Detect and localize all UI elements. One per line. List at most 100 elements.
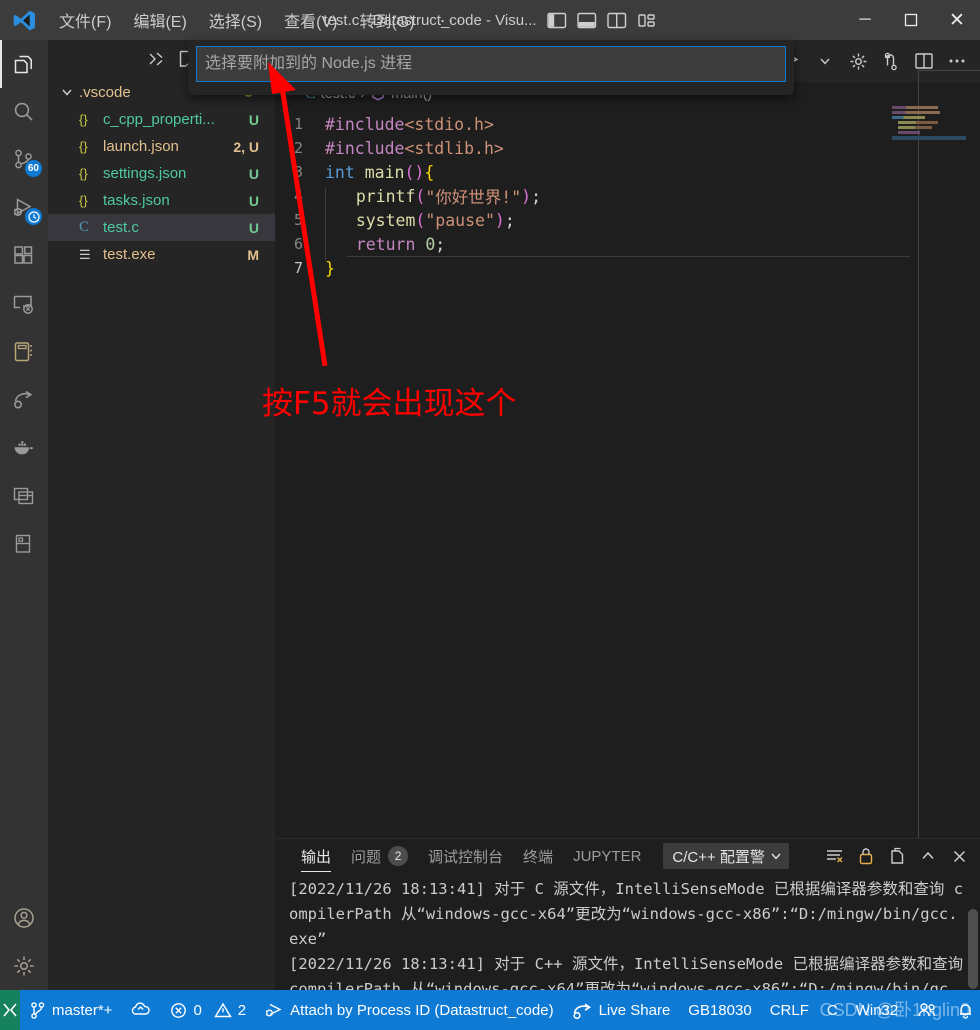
accounts-icon <box>916 1001 938 1019</box>
line-number: 6 <box>293 235 303 253</box>
status-problems[interactable]: 0 2 <box>161 990 255 1030</box>
output-scrollbar[interactable] <box>968 909 978 989</box>
menu-item-edit[interactable]: 编辑(E) <box>122 4 197 36</box>
code-token: system <box>355 210 416 230</box>
vscode-window: 文件(F) 编辑(E) 选择(S) 查看(V) 转到(G) ··· test.c… <box>0 0 980 1030</box>
menu-item-overflow[interactable]: ··· <box>426 8 478 33</box>
status-live-share[interactable]: Live Share <box>563 990 680 1030</box>
gear-icon[interactable] <box>843 46 873 76</box>
panel-tab-bar: 输出 问题 2 调试控制台 终端 JUPYTER C/C++ 配置警 <box>275 839 980 873</box>
status-notifications[interactable] <box>947 990 980 1030</box>
status-bar-right: Live Share GB18030 CRLF C Win32 <box>563 990 980 1030</box>
remote-explorer-icon <box>11 291 37 317</box>
toggle-secondary-sidebar-icon[interactable] <box>606 12 627 29</box>
sidebar-item-test-explorer[interactable] <box>0 520 48 568</box>
sidebar-item-accounts[interactable] <box>0 894 48 942</box>
line-number: 5 <box>293 211 303 229</box>
annotation-text: 按F5就会出现这个 <box>262 386 517 422</box>
menu-item-view[interactable]: 查看(V) <box>273 4 348 36</box>
tab-output[interactable]: 输出 <box>291 839 341 873</box>
live-share-icon <box>11 387 37 413</box>
search-icon <box>11 99 37 125</box>
chevron-down-icon <box>60 85 76 99</box>
test-branch-icon[interactable] <box>876 46 906 76</box>
code-line-2: 2 #include <stdlib.h> <box>275 136 980 160</box>
menu-item-selection[interactable]: 选择(S) <box>198 4 273 36</box>
code-token: int <box>325 162 365 182</box>
notebook-icon <box>11 339 37 365</box>
quick-input[interactable] <box>196 46 786 82</box>
sidebar-item-extensions[interactable] <box>0 232 48 280</box>
status-encoding[interactable]: GB18030 <box>679 990 760 1030</box>
code-line-4: 4 printf ( "你好世界!" ) ; <box>275 184 980 212</box>
current-line-border <box>347 256 910 257</box>
list-item-test-c[interactable]: C test.c U <box>48 214 275 241</box>
clear-output-icon[interactable] <box>824 845 846 867</box>
list-item[interactable]: ☰ test.exe M <box>48 241 275 268</box>
list-item[interactable]: {} settings.json U <box>48 160 275 187</box>
tab-jupyter[interactable]: JUPYTER <box>563 839 651 873</box>
collapse-folders-icon[interactable] <box>147 50 165 68</box>
chevron-down-icon[interactable] <box>810 46 840 76</box>
json-icon: {} <box>79 193 88 208</box>
tab-problems[interactable]: 问题 2 <box>341 839 418 873</box>
sidebar-item-live-share[interactable] <box>0 376 48 424</box>
close-icon[interactable] <box>948 845 970 867</box>
status-accounts[interactable] <box>907 990 947 1030</box>
menu-item-file[interactable]: 文件(F) <box>48 4 122 36</box>
log-line: [2022/11/26 18:13:41] 对于 C++ 源文件，Intelli… <box>289 955 964 991</box>
status-remote-host[interactable] <box>0 990 20 1030</box>
tab-terminal[interactable]: 终端 <box>513 839 563 873</box>
status-branch[interactable]: master*+ <box>20 990 121 1030</box>
status-sync[interactable] <box>121 990 161 1030</box>
status-platform[interactable]: Win32 <box>847 990 908 1030</box>
tab-debug-console[interactable]: 调试控制台 <box>418 839 513 873</box>
customize-layout-icon[interactable] <box>637 12 657 29</box>
code-editor[interactable]: 1 #include <stdio.h> 2 #include <stdlib.… <box>275 106 980 280</box>
toggle-panel-icon[interactable] <box>576 12 597 29</box>
sidebar-item-jupyter[interactable] <box>0 328 48 376</box>
menu-item-go[interactable]: 转到(G) <box>348 4 425 36</box>
output-channel-select[interactable]: C/C++ 配置警 <box>663 843 789 869</box>
line-number: 2 <box>293 139 303 157</box>
maximize-button[interactable] <box>888 0 934 40</box>
list-item[interactable]: {} c_cpp_properti... U <box>48 106 275 133</box>
sidebar-item-source-control[interactable]: 60 <box>0 136 48 184</box>
lock-icon[interactable] <box>855 845 877 867</box>
toggle-primary-sidebar-icon[interactable] <box>546 12 567 29</box>
status-eol[interactable]: CRLF <box>761 990 818 1030</box>
sidebar-item-explorer[interactable] <box>0 40 48 88</box>
status-badge: U <box>248 111 259 128</box>
close-button[interactable]: ✕ <box>934 0 980 40</box>
minimize-button[interactable]: ─ <box>842 0 888 40</box>
status-debug-config[interactable]: Attach by Process ID (Datastruct_code) <box>255 990 562 1030</box>
sidebar-item-containers[interactable] <box>0 472 48 520</box>
account-icon <box>11 905 37 931</box>
chevron-up-icon[interactable] <box>917 845 939 867</box>
error-count: 0 <box>193 1001 202 1019</box>
open-in-editor-icon[interactable] <box>886 845 908 867</box>
tab-label: 调试控制台 <box>428 848 504 866</box>
output-view[interactable]: [2022/11/26 18:13:41] 对于 C 源文件，IntelliSe… <box>275 873 980 991</box>
warning-icon <box>214 1002 232 1019</box>
list-item[interactable]: {} tasks.json U <box>48 187 275 214</box>
tab-label: JUPYTER <box>573 847 642 865</box>
sidebar-item-remote-explorer[interactable] <box>0 280 48 328</box>
status-badge: U <box>248 192 259 209</box>
json-icon: {} <box>79 112 88 127</box>
status-badge: U <box>248 165 259 182</box>
minimap[interactable] <box>892 106 966 146</box>
list-item[interactable]: {} launch.json 2, U <box>48 133 275 160</box>
sidebar-item-docker[interactable] <box>0 424 48 472</box>
code-token: 0 <box>425 234 436 254</box>
sidebar-item-search[interactable] <box>0 88 48 136</box>
debug-config-label: Attach by Process ID (Datastruct_code) <box>290 1001 554 1019</box>
code-token: ) <box>521 186 532 206</box>
sidebar-item-manage[interactable] <box>0 942 48 990</box>
sidebar-item-run-and-debug[interactable] <box>0 184 48 232</box>
tab-label: 终端 <box>523 848 554 866</box>
status-language-mode[interactable]: C <box>818 990 847 1030</box>
